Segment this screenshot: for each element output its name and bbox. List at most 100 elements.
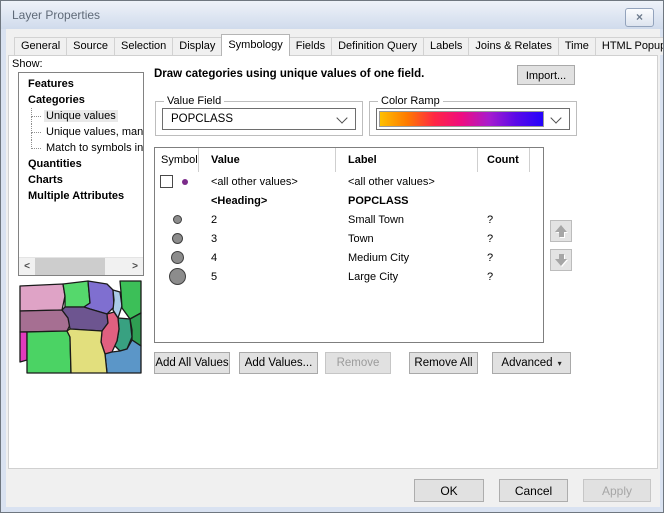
- value-field-selected: POPCLASS: [171, 113, 233, 125]
- symbol-cell: [155, 210, 199, 229]
- symbol-cell: [155, 229, 199, 248]
- show-item-categories[interactable]: Categories: [19, 92, 143, 108]
- button-label: Add All Values: [155, 357, 228, 369]
- scrollbar-track[interactable]: [35, 258, 127, 275]
- point-symbol-icon[interactable]: [172, 233, 183, 244]
- symbol-cell: [155, 172, 199, 191]
- button-label: Add Values...: [245, 357, 313, 369]
- count-cell: ?: [478, 271, 530, 283]
- advanced-button[interactable]: Advanced ▾: [492, 352, 571, 374]
- value-field-group: Value Field POPCLASS: [155, 101, 363, 136]
- point-symbol-icon[interactable]: [173, 215, 182, 224]
- menu-caret-icon: ▾: [558, 359, 562, 368]
- move-up-button[interactable]: [550, 220, 572, 242]
- map-preview: [19, 280, 142, 374]
- label-cell: Medium City: [336, 252, 478, 264]
- tab-display[interactable]: Display: [172, 37, 222, 55]
- button-label: Remove All: [414, 357, 472, 369]
- color-ramp-swatch: [379, 111, 544, 127]
- show-listbox: FeaturesCategoriesUnique values Unique va…: [18, 72, 144, 276]
- move-down-button[interactable]: [550, 249, 572, 271]
- value-cell: 2: [199, 214, 336, 226]
- import-button[interactable]: Import...: [517, 65, 575, 85]
- value-field-dropdown[interactable]: POPCLASS: [162, 108, 356, 130]
- label-cell: Large City: [336, 271, 478, 283]
- tab-symbology[interactable]: Symbology: [221, 34, 289, 56]
- add-values-button[interactable]: Add Values...: [239, 352, 318, 374]
- show-item-label: Charts: [26, 174, 65, 186]
- up-arrow-stem: [559, 232, 564, 237]
- ok-button[interactable]: OK: [414, 479, 484, 502]
- show-tree: FeaturesCategoriesUnique values Unique va…: [19, 73, 143, 204]
- tab-time[interactable]: Time: [558, 37, 596, 55]
- tab-html-popup[interactable]: HTML Popup: [595, 37, 664, 55]
- value-field-group-label: Value Field: [164, 95, 224, 107]
- label-cell: Small Town: [336, 214, 478, 226]
- point-symbol-icon[interactable]: [171, 251, 184, 264]
- column-header-value[interactable]: Value: [199, 148, 336, 172]
- show-item-label: Unique values, many: [44, 126, 143, 138]
- value-cell: 3: [199, 233, 336, 245]
- table-header: Symbol Value Label Count: [155, 148, 543, 172]
- tab-definition-query[interactable]: Definition Query: [331, 37, 424, 55]
- tab-selection[interactable]: Selection: [114, 37, 173, 55]
- symbol-cell: [155, 191, 199, 210]
- show-item-match-to-symbols-in-a[interactable]: Match to symbols in a: [19, 140, 143, 156]
- label-cell: Town: [336, 233, 478, 245]
- show-item-unique-values[interactable]: Unique values: [19, 108, 143, 124]
- show-item-quantities[interactable]: Quantities: [19, 156, 143, 172]
- column-header-count[interactable]: Count: [478, 148, 530, 172]
- symbol-cell: [155, 248, 199, 267]
- table-row[interactable]: 3Town?: [155, 229, 543, 248]
- show-item-features[interactable]: Features: [19, 76, 143, 92]
- button-label: Remove: [337, 357, 380, 369]
- tab-joins-relates[interactable]: Joins & Relates: [468, 37, 558, 55]
- chevron-down-icon: [550, 112, 561, 123]
- apply-button[interactable]: Apply: [583, 479, 651, 502]
- close-button[interactable]: ×: [625, 8, 654, 27]
- map-preview-svg: [19, 280, 142, 374]
- tab-source[interactable]: Source: [66, 37, 115, 55]
- column-header-label[interactable]: Label: [336, 148, 478, 172]
- count-cell: ?: [478, 214, 530, 226]
- color-ramp-dropdown[interactable]: [376, 108, 570, 130]
- color-ramp-group: Color Ramp: [369, 101, 577, 136]
- tab-fields[interactable]: Fields: [289, 37, 332, 55]
- scrollbar-thumb[interactable]: [35, 258, 105, 275]
- count-cell: ?: [478, 233, 530, 245]
- table-row[interactable]: <Heading>POPCLASS: [155, 191, 543, 210]
- show-item-label: Match to symbols in a: [44, 142, 143, 154]
- label-cell: POPCLASS: [336, 195, 478, 207]
- tab-labels[interactable]: Labels: [423, 37, 469, 55]
- show-label: Show:: [12, 58, 43, 70]
- scroll-right-icon[interactable]: >: [127, 258, 143, 275]
- show-item-multiple-attributes[interactable]: Multiple Attributes: [19, 188, 143, 204]
- symbology-tab-page: Show: FeaturesCategoriesUnique values Uni…: [8, 55, 658, 469]
- value-cell: <all other values>: [199, 176, 336, 188]
- show-item-label: Multiple Attributes: [26, 190, 126, 202]
- all-other-values-checkbox[interactable]: [160, 175, 173, 188]
- tab-general[interactable]: General: [14, 37, 67, 55]
- button-label: Advanced: [501, 357, 552, 369]
- column-header-symbol[interactable]: Symbol: [155, 148, 199, 172]
- remove-button[interactable]: Remove: [325, 352, 391, 374]
- show-item-unique-values-many[interactable]: Unique values, many: [19, 124, 143, 140]
- add-all-values-button[interactable]: Add All Values: [154, 352, 230, 374]
- title-bar[interactable]: Layer Properties ×: [1, 1, 663, 29]
- scroll-left-icon[interactable]: <: [19, 258, 35, 275]
- value-table-body: <all other values><all other values><Hea…: [155, 172, 543, 286]
- show-item-charts[interactable]: Charts: [19, 172, 143, 188]
- down-arrow-icon: [555, 259, 567, 266]
- cancel-button[interactable]: Cancel: [499, 479, 568, 502]
- table-row[interactable]: 5Large City?: [155, 267, 543, 286]
- value-cell: <Heading>: [199, 195, 336, 207]
- remove-all-button[interactable]: Remove All: [409, 352, 478, 374]
- table-row[interactable]: 2Small Town?: [155, 210, 543, 229]
- show-horizontal-scrollbar[interactable]: < >: [19, 257, 143, 275]
- show-item-label: Quantities: [26, 158, 84, 170]
- unique-values-table: Symbol Value Label Count <all other valu…: [154, 147, 544, 343]
- up-arrow-icon: [555, 225, 567, 232]
- table-row[interactable]: <all other values><all other values>: [155, 172, 543, 191]
- table-row[interactable]: 4Medium City?: [155, 248, 543, 267]
- point-symbol-icon[interactable]: [169, 268, 186, 285]
